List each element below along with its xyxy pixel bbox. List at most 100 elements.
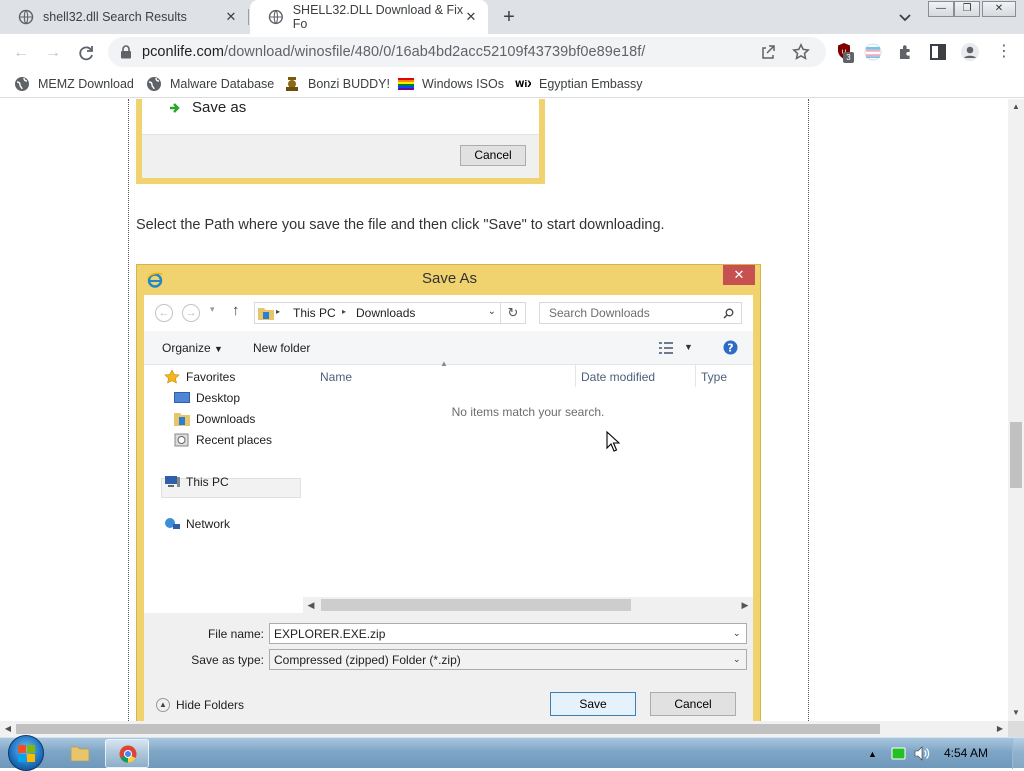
bookmark-label: Egyptian Embassy [539,77,643,91]
bookmark-bonzi-buddy[interactable]: Bonzi BUDDY! [284,75,390,93]
scroll-left-icon[interactable]: ◀ [0,721,16,737]
extension-flag-icon[interactable] [864,43,882,61]
nav-network: Network [164,514,230,534]
nav-label: Favorites [186,370,236,384]
forward-button[interactable]: → [42,42,64,64]
dialog-back-icon: ← [155,304,173,322]
taskbar-clock[interactable]: 4:54 AM [944,746,988,760]
hide-folders-label: Hide Folders [176,698,245,712]
scroll-left-icon: ◀ [307,600,315,610]
scroll-right-icon: ▶ [741,600,749,610]
cancel-button-image: Cancel [460,145,526,166]
computer-icon [165,476,180,487]
bookmark-malware-database[interactable]: Malware Database [146,75,274,93]
new-folder-label: New folder [253,341,311,355]
green-arrow-icon [170,102,180,113]
folder-icon [71,746,89,761]
star-icon [164,370,180,384]
taskbar-explorer-button[interactable] [58,739,102,768]
bookmark-label: MEMZ Download [38,77,134,91]
extensions-puzzle-icon[interactable] [897,43,915,61]
path-separator-icon: ▸ [342,307,347,316]
share-icon[interactable] [760,44,776,60]
back-button[interactable]: ← [10,42,32,64]
dialog-navigation-pane: Favorites Desktop Downloads Recent place… [144,365,303,603]
restore-button[interactable]: ❐ [954,1,980,17]
taskbar-chrome-button[interactable] [105,739,149,768]
nav-label: This PC [186,475,229,489]
reload-icon[interactable] [76,43,96,63]
tab-search-chevron-icon[interactable] [896,8,914,26]
start-button[interactable] [8,735,44,771]
article-border-left [128,99,129,721]
nav-recent-places: Recent places [174,430,272,450]
bookmark-windows-isos[interactable]: Windows ISOs [398,75,504,93]
bookmarks-bar: MEMZ Download Malware Database Bonzi BUD… [0,70,1024,98]
bonzi-icon [286,77,298,91]
battery-icon[interactable] [891,747,907,760]
extension-shield-icon[interactable]: u 3 [836,42,854,63]
dialog-forward-icon: → [182,304,200,322]
scroll-thumb[interactable] [1010,422,1022,488]
page-vertical-scrollbar[interactable]: ▲ ▼ [1008,99,1024,721]
cancel-button-image: Cancel [650,692,736,716]
organize-label: Organize [162,341,211,355]
scroll-thumb[interactable] [16,724,880,734]
tab-shell32-download[interactable]: SHELL32.DLL Download & Fix Fo ✕ [250,0,488,34]
windows-logo-icon [18,745,35,762]
browser-toolbar: ← → pconlife.com/download/winosfile/480/… [0,34,1024,70]
dialog-command-bar: Organize ▼ New folder ▼ ? [144,331,753,365]
lock-icon[interactable] [120,45,132,59]
bookmark-label: Malware Database [170,77,275,91]
show-desktop-button[interactable] [1012,738,1024,769]
scroll-up-icon[interactable]: ▲ [1008,99,1024,115]
address-bar[interactable]: pconlife.com/download/winosfile/480/0/16… [108,37,826,67]
dialog-close-icon: ✕ [723,265,755,285]
close-tab-icon[interactable]: ✕ [224,10,238,24]
nav-label: Desktop [196,391,241,405]
scroll-down-icon[interactable]: ▼ [1008,705,1024,721]
volume-icon[interactable] [914,746,930,761]
close-tab-icon[interactable]: ✕ [464,10,478,24]
file-name-field: EXPLORER.EXE.zip ⌄ [269,623,747,644]
recent-dropdown-icon: ▾ [210,304,215,314]
new-tab-button[interactable]: + [498,6,520,28]
path-separator-icon: ▸ [276,307,281,316]
url-path: /download/winosfile/480/0/16ab4bd2acc521… [224,44,646,60]
save-as-type-value: Compressed (zipped) Folder (*.zip) [274,653,461,667]
network-icon [165,518,180,529]
mouse-cursor-icon [606,431,620,452]
minimize-button[interactable]: — [928,1,954,17]
bookmark-star-icon[interactable] [792,43,810,61]
window-close-button[interactable]: ✕ [982,1,1016,17]
screenshot-inner: Save as Cancel [142,99,539,178]
side-panel-icon[interactable] [929,43,947,61]
tab-title: shell32.dll Search Results [43,10,187,24]
scroll-right-icon[interactable]: ▶ [992,721,1008,737]
column-date-modified: Date modified [581,370,656,384]
dialog-refresh-icon: ↻ [501,302,526,324]
save-as-menu-item: Save as [168,99,246,116]
bookmark-egyptian-embassy[interactable]: WiX Egyptian Embassy [515,75,643,93]
dialog-lower-area: File name: EXPLORER.EXE.zip ⌄ Save as ty… [144,613,753,721]
url-host: pconlife.com [142,44,224,60]
search-icon [723,308,734,319]
desktop-icon [174,392,190,403]
tray-show-hidden-icon[interactable]: ▲ [868,738,877,769]
nav-label: Recent places [196,433,273,447]
profile-avatar-icon[interactable] [960,42,980,62]
file-name-value: EXPLORER.EXE.zip [274,627,386,641]
tab-search-results[interactable]: shell32.dll Search Results ✕ [0,0,248,34]
globe-icon [268,9,283,25]
page-horizontal-scrollbar[interactable]: ◀ ▶ [0,721,1008,737]
article-border-right [808,99,809,721]
recent-places-icon [174,433,189,447]
dialog-file-pane: ▲ Name Date modified Type No items match… [303,359,753,603]
menu-kebab-icon[interactable]: ⋮ [996,43,1012,61]
bookmark-memz-download[interactable]: MEMZ Download [14,75,134,93]
folder-icon [258,308,274,320]
tab-separator [248,9,249,25]
help-icon: ? [723,340,738,355]
bookmark-label: Bonzi BUDDY! [308,77,390,91]
up-arrow-icon: ↑ [232,302,240,319]
